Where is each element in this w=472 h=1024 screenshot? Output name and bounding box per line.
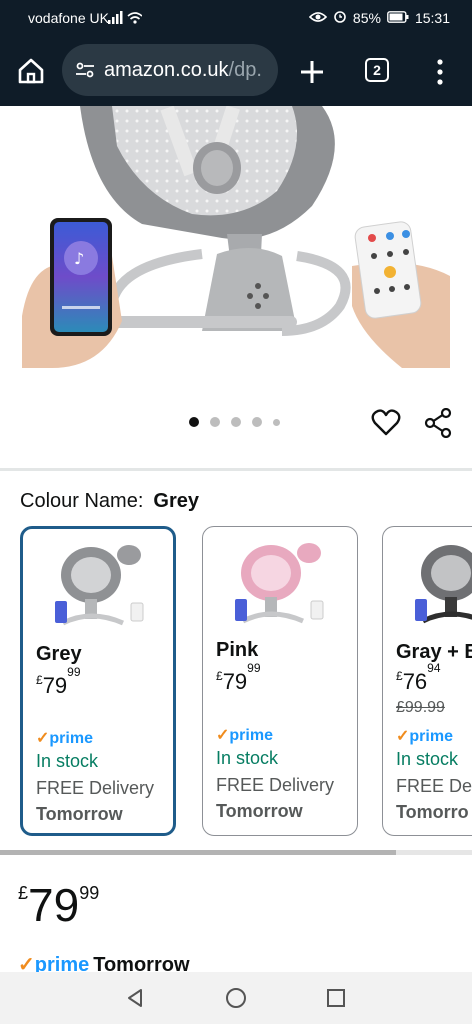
variant-thumbnail (235, 543, 324, 624)
battery-percent: 85% (352, 9, 381, 26)
battery-icon (387, 10, 409, 26)
clock-time: 15:31 (414, 9, 450, 26)
heart-icon[interactable] (371, 408, 401, 438)
stock-status: In stock (36, 751, 99, 771)
colour-name-label: Colour Name: Grey (20, 490, 199, 513)
selected-colour: Grey (153, 490, 199, 512)
recent-apps-icon[interactable] (326, 988, 346, 1008)
delivery-day: Tomorrow (216, 801, 303, 821)
variant-price: £7999 (216, 660, 261, 694)
was-price: £99.99 (396, 699, 445, 716)
gallery-dot[interactable] (231, 417, 241, 427)
eye-icon (308, 10, 328, 26)
back-icon[interactable] (124, 987, 146, 1009)
stock-status: In stock (396, 749, 459, 769)
variant-scrollbar-thumb[interactable] (0, 850, 396, 855)
variant-card-grey[interactable]: Grey £7999 ✓prime In stock FREE Delivery… (20, 526, 176, 836)
url-bar[interactable]: amazon.co.uk/dp. (62, 44, 278, 96)
delivery-day: Tomorro (396, 802, 469, 822)
variant-price: £7694 (396, 660, 441, 694)
share-icon[interactable] (424, 407, 452, 439)
gallery-dot[interactable] (252, 417, 262, 427)
svg-text:♪: ♪ (74, 249, 84, 268)
gallery-pagination[interactable] (189, 417, 280, 427)
browser-toolbar: amazon.co.uk/dp. 2 (0, 36, 472, 106)
delivery-day: Tomorrow (36, 804, 123, 824)
new-tab-icon[interactable] (298, 58, 326, 86)
home-icon[interactable] (16, 56, 46, 86)
prime-badge: ✓prime (216, 727, 273, 744)
delivery-text: FREE Deli (396, 776, 472, 796)
section-divider (0, 468, 472, 471)
url-text: amazon.co.uk/dp. (104, 59, 262, 82)
product-price: £7999 (18, 879, 100, 931)
variant-thumbnail (55, 545, 144, 626)
url-path: /dp. (228, 58, 262, 81)
prime-badge: ✓prime (396, 728, 453, 745)
gallery-dot[interactable] (189, 417, 199, 427)
variant-card-pink[interactable]: Pink £7999 ✓prime In stock FREE Delivery… (202, 526, 358, 836)
home-circle-icon[interactable] (225, 987, 247, 1009)
variant-price: £7999 (36, 664, 81, 698)
signal-icon (108, 10, 142, 24)
gallery-dot[interactable] (273, 418, 280, 426)
site-settings-icon[interactable] (74, 59, 96, 81)
variant-card-gray-black[interactable]: Gray + B £7694 £99.99 ✓prime In stock FR… (382, 526, 472, 836)
variant-thumbnail (415, 545, 472, 624)
delivery-text: FREE Delivery (216, 775, 335, 795)
system-nav-bar (0, 972, 472, 1024)
alarm-icon (333, 9, 347, 26)
more-menu-icon[interactable] (432, 58, 448, 86)
delivery-text: FREE Delivery (36, 778, 155, 798)
variant-name: Pink (216, 639, 259, 661)
status-bar: vodafone UK 85% 15:31 (0, 0, 472, 36)
gallery-dot[interactable] (210, 417, 220, 427)
carrier-name: vodafone UK (28, 10, 109, 26)
colour-label-text: Colour Name: (20, 490, 144, 512)
stock-status: In stock (216, 748, 279, 768)
tab-switcher-button[interactable]: 2 (365, 58, 389, 82)
url-host: amazon.co.uk (104, 58, 229, 81)
product-image[interactable]: ♪ (22, 105, 450, 368)
prime-badge: ✓prime (36, 730, 93, 747)
variant-name: Grey (36, 643, 82, 665)
